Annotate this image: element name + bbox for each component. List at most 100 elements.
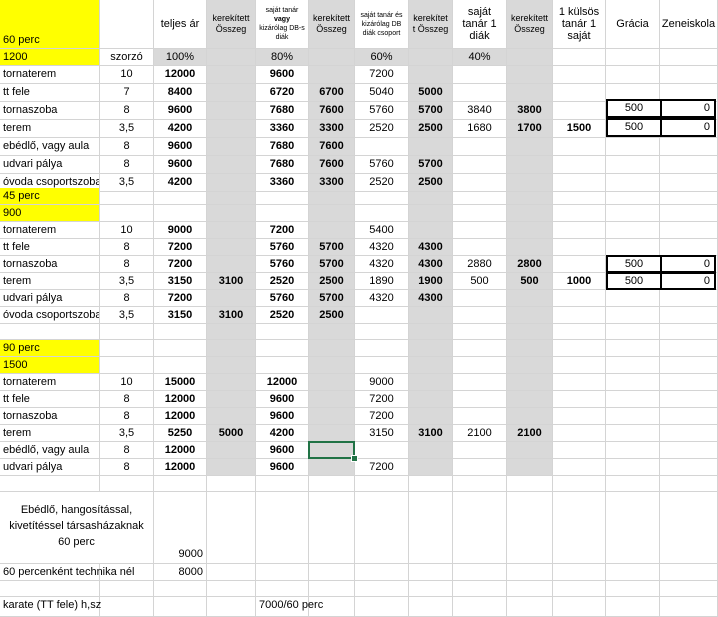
row-col-d[interactable] — [207, 120, 256, 138]
row-col-f[interactable] — [309, 425, 355, 442]
row-col-i[interactable] — [453, 391, 507, 408]
header-sajat-tanar-1-diak[interactable]: saját tanár 1 diák — [453, 0, 507, 49]
row-name[interactable]: tt fele — [0, 84, 100, 102]
row-col-j[interactable] — [507, 307, 553, 324]
row-full-price[interactable]: 3150 — [154, 273, 207, 290]
row-col-i[interactable]: 1680 — [453, 120, 507, 138]
cell-r23-c12[interactable] — [660, 425, 718, 442]
row-col-f[interactable] — [309, 374, 355, 391]
row-col-f[interactable]: 7600 — [309, 102, 355, 120]
cell-r26-c2[interactable] — [154, 476, 207, 492]
row-col-g[interactable]: 2520 — [355, 120, 409, 138]
row-col-i[interactable]: 500 — [453, 273, 507, 290]
cell-r18-c11[interactable] — [606, 340, 660, 357]
row-col-d[interactable]: 3100 — [207, 307, 256, 324]
row-col-d[interactable] — [207, 138, 256, 156]
row-col-e[interactable]: 9600 — [256, 66, 309, 84]
cell-r17-c10[interactable] — [553, 324, 606, 340]
cell-r10-c11[interactable] — [606, 205, 660, 222]
header-kerekitett-j[interactable]: kerekített Összeg — [507, 0, 553, 49]
cell-r17-c5[interactable] — [309, 324, 355, 340]
row-full-price[interactable]: 9600 — [154, 156, 207, 174]
row-full-price[interactable]: 9600 — [154, 102, 207, 120]
row-col-j[interactable]: 1700 — [507, 120, 553, 138]
row-name[interactable]: tornaszoba — [0, 102, 100, 120]
row-col-j[interactable] — [507, 156, 553, 174]
cell-r18-c8[interactable] — [453, 340, 507, 357]
row-col-i[interactable] — [453, 84, 507, 102]
row-col-d[interactable] — [207, 442, 256, 459]
row-col-d[interactable] — [207, 459, 256, 476]
cell-r25-c11[interactable] — [606, 459, 660, 476]
cell-r6-c12[interactable] — [660, 138, 718, 156]
row-col-e[interactable]: 7680 — [256, 102, 309, 120]
row-col-d[interactable] — [207, 290, 256, 307]
row-multiplier[interactable]: 8 — [100, 138, 154, 156]
row-multiplier[interactable]: 8 — [100, 290, 154, 307]
row-col-k[interactable] — [553, 66, 606, 84]
row-col-h[interactable] — [409, 408, 453, 425]
row-col-k[interactable] — [553, 222, 606, 239]
row-full-price[interactable]: 7200 — [154, 239, 207, 256]
cell-r2-c11[interactable] — [606, 66, 660, 84]
header-kerekitett-d[interactable]: kerekített Összeg — [207, 0, 256, 49]
row-col-i[interactable] — [453, 66, 507, 84]
row-col-f[interactable] — [309, 408, 355, 425]
cell-r15-c12[interactable] — [660, 290, 718, 307]
row-col-j[interactable] — [507, 84, 553, 102]
cell-r17-c6[interactable] — [355, 324, 409, 340]
row-col-h[interactable]: 5700 — [409, 156, 453, 174]
cell-r19-c10[interactable] — [553, 357, 606, 374]
row-col-h[interactable]: 5000 — [409, 84, 453, 102]
row-col-j[interactable]: 2800 — [507, 256, 553, 273]
row-full-price[interactable]: 3150 — [154, 307, 207, 324]
row-full-price[interactable]: 12000 — [154, 66, 207, 84]
cell-r12-c11[interactable] — [606, 239, 660, 256]
row-col-f[interactable] — [309, 391, 355, 408]
cell-r19-c1[interactable] — [100, 357, 154, 374]
cell-r26-c5[interactable] — [309, 476, 355, 492]
cell-r10-c4[interactable] — [256, 205, 309, 222]
cell-r10-c3[interactable] — [207, 205, 256, 222]
cell-r17-c3[interactable] — [207, 324, 256, 340]
cell-r1-c7[interactable] — [409, 49, 453, 66]
row-col-k[interactable] — [553, 102, 606, 120]
cell-r29-c9[interactable] — [507, 581, 553, 597]
row-multiplier[interactable]: 3,5 — [100, 307, 154, 324]
cell-r2-c12[interactable] — [660, 66, 718, 84]
row-col-h[interactable]: 1900 — [409, 273, 453, 290]
cell-r27-c12[interactable] — [660, 492, 718, 564]
row-col-i[interactable] — [453, 239, 507, 256]
row-col-h[interactable]: 4300 — [409, 239, 453, 256]
row-full-price[interactable]: 9000 — [154, 222, 207, 239]
row-col-e[interactable]: 5760 — [256, 256, 309, 273]
row-name[interactable]: tornaszoba — [0, 408, 100, 425]
row-full-price[interactable]: 5250 — [154, 425, 207, 442]
cell-r10-c2[interactable] — [154, 205, 207, 222]
cell-r17-c1[interactable] — [100, 324, 154, 340]
row-col-d[interactable] — [207, 174, 256, 192]
cell-r19-c3[interactable] — [207, 357, 256, 374]
cell-r10-c1[interactable] — [100, 205, 154, 222]
cell-r18-c3[interactable] — [207, 340, 256, 357]
cell-r28-c10[interactable] — [553, 564, 606, 581]
row-col-k[interactable] — [553, 374, 606, 391]
row-col-h[interactable]: 4300 — [409, 290, 453, 307]
cell-r20-c12[interactable] — [660, 374, 718, 391]
cell-r17-c11[interactable] — [606, 324, 660, 340]
row-col-i[interactable] — [453, 459, 507, 476]
row-col-i[interactable] — [453, 408, 507, 425]
cell-r27-c9[interactable] — [507, 492, 553, 564]
row-col-g[interactable]: 4320 — [355, 256, 409, 273]
row-col-h[interactable]: 5700 — [409, 102, 453, 120]
gracia-cell[interactable]: 500 — [606, 99, 662, 118]
row-name[interactable]: tt fele — [0, 239, 100, 256]
row-col-i[interactable] — [453, 442, 507, 459]
row-col-i[interactable]: 2880 — [453, 256, 507, 273]
cell-r21-c11[interactable] — [606, 391, 660, 408]
cell-r30-c3[interactable] — [207, 597, 256, 617]
footer-technika-label[interactable]: 60 percenként technika nél — [0, 564, 154, 581]
row-name[interactable]: tornaterem — [0, 374, 100, 391]
cell-r26-c10[interactable] — [553, 476, 606, 492]
cell-r7-c12[interactable] — [660, 156, 718, 174]
